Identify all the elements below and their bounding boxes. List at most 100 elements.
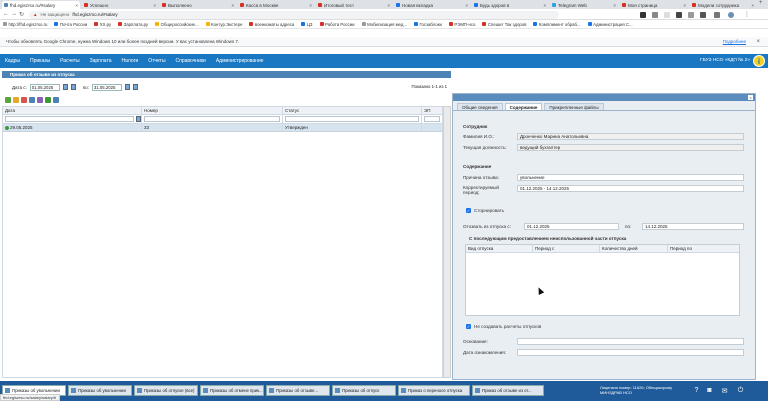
extension-icon[interactable] <box>640 11 646 18</box>
close-icon[interactable]: × <box>465 3 468 8</box>
bookmark-8[interactable]: Работа России <box>319 22 355 27</box>
column-header-leave-type[interactable]: Вид отпуска <box>466 245 533 252</box>
approve-icon[interactable] <box>45 96 51 103</box>
browser-tab-5[interactable]: Новая вкладка × <box>394 1 470 9</box>
column-header-status[interactable]: Статус <box>283 107 422 114</box>
more-menu-icon[interactable]: ⋮ <box>744 11 750 18</box>
menu-item-administrirovanie[interactable]: Администрирование <box>211 58 269 64</box>
task-7[interactable]: Приказ об отзыве из от... <box>472 385 544 396</box>
new-tab-icon[interactable]: + <box>759 0 763 6</box>
close-icon[interactable]: × <box>683 3 686 8</box>
close-icon[interactable]: × <box>75 3 78 8</box>
filter-status-select[interactable] <box>285 116 419 122</box>
recall-from-input[interactable]: 01.12.2025 <box>524 223 619 230</box>
delete-icon[interactable] <box>21 96 27 103</box>
close-icon[interactable]: × <box>756 39 760 45</box>
sidebar-icon[interactable] <box>714 11 720 18</box>
date-to-input[interactable]: 31.05.2025 <box>91 83 122 91</box>
bookmark-1[interactable]: Почта России <box>54 22 87 27</box>
url-bar[interactable]: ▲ Не защищено fhd.egiszrso.ru/#salary <box>29 10 559 19</box>
bookmark-7[interactable]: ЦЗ <box>301 22 313 27</box>
clear-date-icon[interactable] <box>132 84 138 90</box>
column-header-sign[interactable]: ЭП <box>422 107 442 114</box>
browser-tab-6[interactable]: Будь здоров в × <box>472 1 548 9</box>
bookmark-5[interactable]: Контур.Экстерн <box>205 22 242 27</box>
close-icon[interactable]: × <box>543 3 546 8</box>
ack-date-input[interactable] <box>517 349 744 356</box>
close-icon[interactable]: × <box>751 3 754 8</box>
bookmark-6[interactable]: военкоматы адреса <box>249 22 294 27</box>
basis-input[interactable] <box>517 338 744 345</box>
help-icon[interactable]: ? <box>692 386 701 395</box>
back-icon[interactable]: ← <box>3 11 9 17</box>
profile-avatar-icon[interactable] <box>728 11 734 18</box>
bookmark-13[interactable]: Комплимент обраб... <box>533 22 581 27</box>
bookmark-9[interactable]: Мобилизация мед... <box>361 22 407 27</box>
tab-attachments[interactable]: Прикрепленные файлы <box>544 103 604 110</box>
infobar-more-link[interactable]: Подробнее <box>723 39 746 44</box>
browser-tab-1[interactable]: Успешно × <box>82 1 158 9</box>
bookmark-3[interactable]: Зарплата.ру <box>118 22 148 27</box>
add-icon[interactable] <box>5 96 11 103</box>
reload-icon[interactable]: ↻ <box>19 11 24 18</box>
filter-date-input[interactable] <box>5 116 135 122</box>
browser-tab-9[interactable]: Модели сотрудника × <box>690 1 756 9</box>
bookmark-2[interactable]: XX.ру <box>94 22 111 27</box>
extension-icon[interactable] <box>688 11 694 18</box>
bookmark-11[interactable]: РЭМП-нсо <box>448 22 475 27</box>
browser-tab-0[interactable]: fhd.egiszrso.ru/#salary × <box>2 1 80 9</box>
copy-icon[interactable] <box>37 96 43 103</box>
task-4[interactable]: Приказы об отзыве... <box>266 385 330 396</box>
close-icon[interactable]: × <box>153 3 156 8</box>
extension-icon[interactable] <box>664 11 670 18</box>
close-icon[interactable]: × <box>748 95 753 100</box>
menu-item-prikazy[interactable]: Приказы <box>25 58 55 64</box>
grid-scrollbar[interactable] <box>443 106 451 378</box>
date-from-input[interactable]: 01.05.2025 <box>29 83 60 91</box>
calendar-icon[interactable] <box>136 116 141 122</box>
extension-icon[interactable] <box>676 11 682 18</box>
menu-item-raschety[interactable]: Расчеты <box>55 58 85 64</box>
table-row[interactable]: 29.05.2025 33 Утвержден <box>3 124 442 132</box>
bookmark-14[interactable]: Администрация С... <box>587 22 633 27</box>
period-field[interactable]: 01.12.2025 - 14.12.2025 <box>517 185 744 192</box>
browser-tab-2[interactable]: Выполнено × <box>160 1 236 9</box>
storno-checkbox[interactable]: ✓ <box>466 208 471 213</box>
column-header-period-to[interactable]: Период по <box>668 245 739 252</box>
column-header-period-from[interactable]: Период с <box>533 245 600 252</box>
menu-item-kadry[interactable]: Кадры <box>0 58 25 64</box>
column-header-date[interactable]: Дата <box>3 107 142 114</box>
task-1[interactable]: Приказы об увольнении <box>68 385 132 396</box>
calendar-icon[interactable] <box>124 84 130 90</box>
browser-tab-7[interactable]: Telegram Web × <box>550 1 618 9</box>
bookmark-0[interactable]: http://fhd.egiszrso.ru <box>3 22 47 27</box>
camera-icon[interactable]: ◙ <box>705 386 714 395</box>
column-header-days[interactable]: Количество дней <box>600 245 668 252</box>
task-3[interactable]: Приказы об отмене прик... <box>200 385 264 396</box>
menu-item-nalogi[interactable]: Налоги <box>116 58 143 64</box>
edit-icon[interactable] <box>13 96 19 103</box>
task-6[interactable]: Приказ о переносе отпуска <box>398 385 470 396</box>
browser-tab-4[interactable]: Итоговый тест × <box>316 1 392 9</box>
column-header-number[interactable]: Номер <box>142 107 283 114</box>
menu-item-spravochniki[interactable]: Справочники <box>171 58 211 64</box>
recall-to-input[interactable]: 14.12.2025 <box>642 223 744 230</box>
close-icon[interactable]: × <box>231 3 234 8</box>
menu-item-zarplata[interactable]: Зарплата <box>85 58 117 64</box>
calendar-icon[interactable] <box>62 84 68 90</box>
close-icon[interactable]: × <box>309 3 312 8</box>
reason-field[interactable]: увольнение <box>517 174 744 181</box>
filter-number-input[interactable] <box>144 116 280 122</box>
export-icon[interactable] <box>53 96 59 103</box>
bookmark-4[interactable]: Общероссийские... <box>155 22 199 27</box>
close-icon[interactable]: × <box>613 3 616 8</box>
close-icon[interactable]: × <box>387 3 390 8</box>
info-icon[interactable]: i <box>753 55 765 67</box>
print-icon[interactable] <box>29 96 35 103</box>
tab-content[interactable]: Содержание <box>504 103 543 110</box>
task-5[interactable]: Приказы об отпуск <box>332 385 396 396</box>
filter-sign-select[interactable] <box>424 116 440 122</box>
puzzle-icon[interactable] <box>700 11 706 18</box>
task-2[interactable]: Приказы об отпуске (все) <box>134 385 198 396</box>
tab-general[interactable]: Общие сведения <box>457 103 503 110</box>
